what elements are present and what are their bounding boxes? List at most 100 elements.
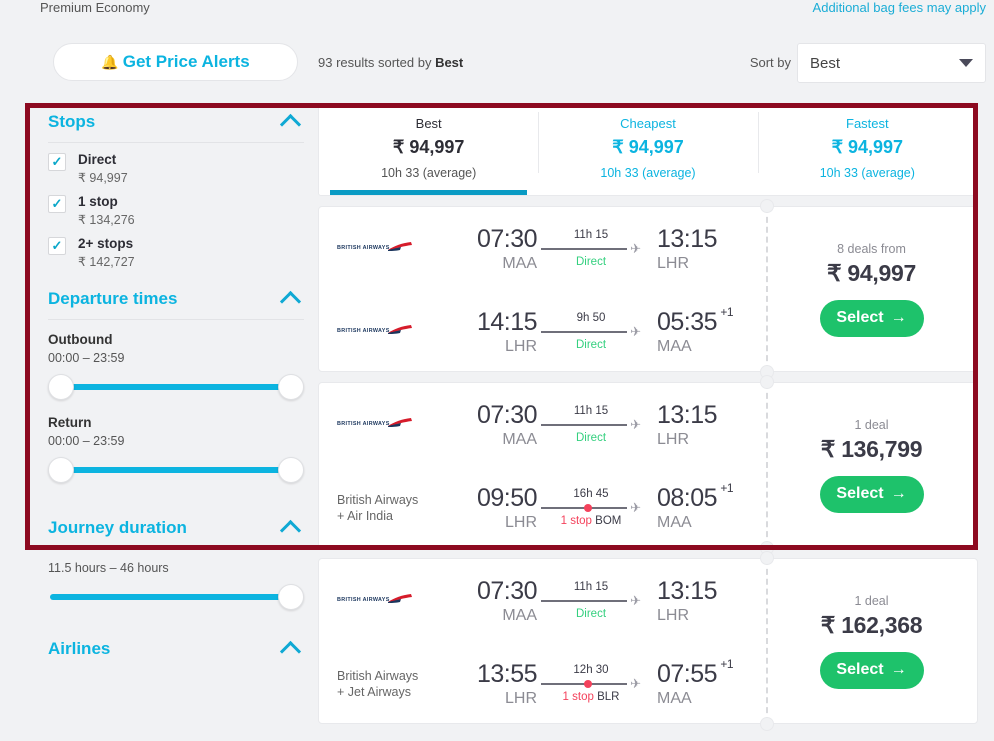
route-bar: ✈ [541,324,641,339]
journey-duration-slider[interactable] [48,581,304,613]
slider-handle-min[interactable] [48,374,74,400]
departure-cell: 14:15 LHR [445,307,538,356]
chevron-up-icon[interactable] [279,640,302,663]
checkbox-direct[interactable]: ✓ [48,153,66,171]
airline-names: British Airways + Jet Airways [337,668,419,699]
arrival-time: 13:15 [657,401,718,430]
tab-price: ₹ 94,997 [612,137,684,157]
departure-cell: 07:30 MAA [445,577,538,625]
tab-price: ₹ 94,997 [392,137,465,157]
arrival-cell: 13:15 LHR [645,401,741,449]
price-panel: 1 deal ₹ 162,368 Select → [766,559,977,723]
route-line [541,424,627,426]
results-count: 93 results sorted by Best [318,55,463,70]
departure-airport: MAA [502,430,537,448]
plane-icon: ✈ [630,676,641,691]
route-bar: ✈ [541,500,641,515]
stop-count: 1 stop [562,691,594,703]
result-sort-tabs: Best ₹ 94,997 10h 33 (average) Cheapest … [318,105,978,196]
departure-time: 09:50 [476,483,538,512]
arrival-airport: MAA [657,513,692,531]
stop-airport: BLR [597,691,620,703]
arrival-time-value: 13:15 [657,576,718,605]
airline-logo-cell: BRITISH AIRWAYS [337,324,445,340]
slider-handle-max[interactable] [278,584,304,610]
leg-duration-cell: 11h 15 ✈ Direct [537,405,645,444]
bag-fees-link[interactable]: Additional bag fees may apply [813,0,986,15]
departure-airport: MAA [502,606,537,624]
filter-section-airlines: Airlines [34,631,318,667]
bell-icon: 🔔 [101,54,119,70]
departure-cell: 09:50 LHR [445,483,538,532]
route-bar: ✈ [541,417,641,432]
sort-by-select[interactable]: Best [797,43,986,83]
leg-stops: 1 stop BLR [541,691,641,703]
leg-duration: 16h 45 [573,488,609,500]
leg-stops: 1 stop BOM [541,515,641,527]
tab-average-duration: 10h 33 (average) [600,166,696,180]
leg-duration: 11h 15 [573,405,609,417]
checkbox-2plus-stops[interactable]: ✓ [48,237,66,255]
return-range: 00:00 – 23:59 [48,434,125,448]
british-airways-logo: BRITISH AIRWAYS [337,324,413,340]
slider-handle-max[interactable] [278,374,304,400]
slider-track [62,384,290,390]
route-line [541,248,627,250]
tab-label: Best [415,116,442,131]
departure-airport: LHR [504,689,537,707]
departure-airport: LHR [504,337,537,355]
filter-title-departure-times: Departure times [48,289,178,308]
plane-icon: ✈ [630,324,641,339]
arrival-cell: 05:35 +1 MAA [645,305,741,356]
arrival-time: 13:15 [657,225,718,254]
chevron-up-icon[interactable] [279,290,302,313]
leg-duration-cell: 11h 15 ✈ Direct [537,229,645,268]
arrival-time: 13:15 [657,576,718,606]
select-button[interactable]: Select → [819,299,924,337]
plane-icon: ✈ [630,500,641,515]
card-price: ₹ 162,368 [820,611,923,638]
get-price-alerts-label: Get Price Alerts [122,52,250,71]
arrival-time: 08:05 +1 [657,481,734,513]
select-button-label: Select [836,485,884,502]
results-count-prefix: 93 results sorted by [318,55,436,70]
return-time-slider[interactable] [48,454,304,486]
departure-time: 07:30 [476,224,538,253]
select-button[interactable]: Select → [819,475,924,513]
tab-fastest[interactable]: Fastest ₹ 94,997 10h 33 (average) [757,106,977,195]
slider-handle-min[interactable] [48,457,74,483]
flight-search-page: Premium Economy Additional bag fees may … [0,0,994,741]
select-button[interactable]: Select → [819,651,924,689]
checkbox-1-stop[interactable]: ✓ [48,195,66,213]
filter-option-direct[interactable]: ✓ Direct ₹ 94,997 [34,143,318,185]
arrival-cell: 07:55 +1 MAA [645,657,741,708]
flight-result-card[interactable]: BRITISH AIRWAYS 07:30 MAA 11h 15 ✈ Direc… [318,199,978,379]
filter-option-price: ₹ 94,997 [78,171,128,185]
filter-section-departure-times: Departure times Outbound 00:00 – 23:59 R… [34,281,318,486]
departure-time: 13:55 [476,659,538,688]
chevron-up-icon[interactable] [279,519,302,542]
departure-time: 14:15 [476,307,538,336]
airline-name-cell: British Airways + Jet Airways [337,668,445,700]
slider-track [62,467,290,473]
card-price: ₹ 94,997 [827,259,916,286]
filter-header-journey-duration[interactable]: Journey duration [34,510,318,546]
tab-label: Fastest [846,116,889,131]
leg-duration: 11h 15 [573,229,609,241]
arrival-airport: LHR [657,606,690,624]
tab-cheapest[interactable]: Cheapest ₹ 94,997 10h 33 (average) [538,106,757,195]
departure-cell: 13:55 LHR [445,659,538,708]
chevron-up-icon[interactable] [279,113,302,136]
filter-header-stops[interactable]: Stops [34,104,318,140]
leg-duration: 11h 15 [573,581,609,593]
filter-header-airlines[interactable]: Airlines [34,631,318,667]
filter-option-1-stop[interactable]: ✓ 1 stop ₹ 134,276 [34,185,318,227]
get-price-alerts-button[interactable]: 🔔 Get Price Alerts [53,43,298,81]
filter-header-departure-times[interactable]: Departure times [34,281,318,317]
tab-best[interactable]: Best ₹ 94,997 10h 33 (average) [319,106,538,195]
flight-result-card[interactable]: BRITISH AIRWAYS 07:30 MAA 11h 15 ✈ Direc… [318,375,978,555]
filter-option-2plus-stops[interactable]: ✓ 2+ stops ₹ 142,727 [34,227,318,269]
slider-handle-max[interactable] [278,457,304,483]
outbound-time-slider[interactable] [48,371,304,403]
flight-result-card[interactable]: BRITISH AIRWAYS 07:30 MAA 11h 15 ✈ Direc… [318,551,978,731]
